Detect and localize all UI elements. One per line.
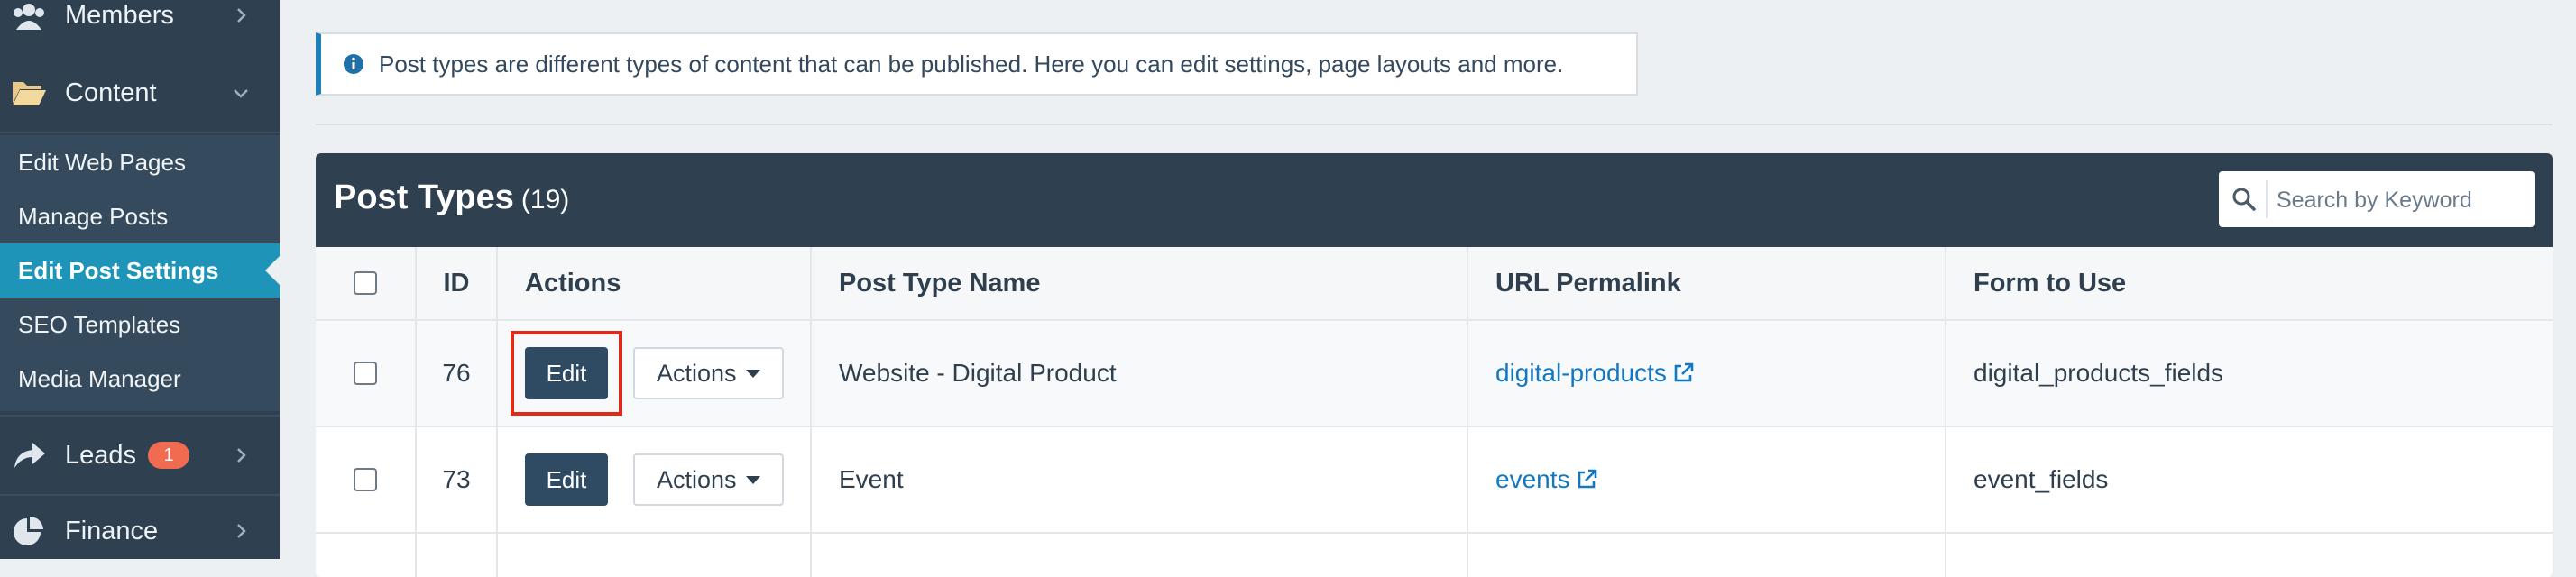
search-icon [2232, 188, 2256, 211]
chevron-right-icon [237, 524, 246, 538]
edit-button-wrapper: Edit [511, 331, 622, 416]
external-link-icon[interactable] [1672, 362, 1694, 384]
chevron-down-icon [234, 89, 248, 98]
users-icon [14, 4, 44, 30]
row-actions: Edit Actions [498, 427, 812, 532]
sidebar: Members Content Edit Web Pages Manage Po… [0, 0, 280, 559]
info-circle-icon [344, 54, 363, 74]
sidebar-item-finance[interactable]: Finance [0, 492, 280, 570]
post-types-panel: Post Types(19) ID Actions Post Type Name… [316, 153, 2553, 577]
info-alert: Post types are different types of conten… [316, 32, 1638, 96]
chevron-right-icon [237, 8, 246, 23]
sidebar-item-leads[interactable]: Leads 1 [0, 415, 280, 496]
table-row: 76 Edit Actions Website - Digital Produc… [316, 321, 2553, 427]
content-submenu: Edit Web Pages Manage Posts Edit Post Se… [0, 135, 280, 411]
sidebar-item-label: Manage Posts [18, 202, 169, 230]
sidebar-item-media-manager[interactable]: Media Manager [0, 352, 280, 406]
row-post-type-name: Event [812, 427, 1468, 532]
row-post-type-name: Website - Digital Product [812, 321, 1468, 426]
row-id [417, 534, 498, 577]
permalink-link[interactable]: digital-products [1495, 359, 1667, 388]
row-select-cell [316, 427, 417, 532]
actions-dropdown-button[interactable]: Actions [633, 347, 784, 399]
panel-header: Post Types (19) [316, 153, 2553, 247]
panel-title-text: Post Types [334, 179, 514, 216]
post-type-count: (19) [520, 185, 570, 215]
folder-open-icon [13, 82, 46, 105]
actions-label: Actions [657, 359, 737, 387]
row-actions [498, 534, 812, 577]
divider [316, 124, 2553, 125]
row-actions: Edit Actions [498, 321, 812, 426]
header-post-type-name[interactable]: Post Type Name [812, 247, 1468, 319]
sidebar-item-content[interactable]: Content [0, 54, 280, 133]
row-select-cell [316, 534, 417, 577]
row-checkbox[interactable] [354, 468, 377, 491]
search-separator [2266, 180, 2268, 218]
sidebar-item-manage-posts[interactable]: Manage Posts [0, 189, 280, 243]
sidebar-item-edit-web-pages[interactable]: Edit Web Pages [0, 135, 280, 189]
sidebar-item-label: Finance [65, 516, 159, 545]
row-url-permalink [1468, 534, 1946, 577]
header-actions: Actions [498, 247, 812, 319]
row-id: 76 [417, 321, 498, 426]
actions-label: Actions [657, 465, 737, 493]
sidebar-item-label: Leads [65, 440, 137, 470]
search-input[interactable] [2275, 179, 2522, 222]
table-row: 73 Edit Actions Event events event_field… [316, 427, 2553, 534]
sidebar-item-label: Content [65, 78, 157, 107]
row-id: 73 [417, 427, 498, 532]
sidebar-item-label: Members [65, 0, 174, 30]
table-header: ID Actions Post Type Name URL Permalink … [316, 247, 2553, 321]
sidebar-item-label: Edit Web Pages [18, 148, 186, 176]
share-arrow-icon [14, 443, 45, 468]
pie-chart-icon [14, 516, 43, 545]
row-form-to-use: event_fields [1973, 465, 2109, 493]
header-select-cell [316, 247, 417, 319]
select-all-checkbox[interactable] [354, 271, 377, 295]
permalink-link[interactable]: events [1495, 465, 1570, 494]
chevron-right-icon [237, 448, 246, 463]
sidebar-item-members[interactable]: Members [0, 0, 280, 56]
row-form-to-use [1946, 534, 2553, 577]
row-post-type-name [812, 534, 1468, 577]
table-row [316, 534, 2553, 577]
actions-dropdown-button[interactable]: Actions [633, 453, 784, 506]
sidebar-item-label: SEO Templates [18, 310, 181, 338]
sidebar-item-label: Media Manager [18, 364, 181, 392]
sidebar-item-label: Edit Post Settings [18, 256, 219, 284]
header-form-to-use[interactable]: Form to Use [1946, 247, 2553, 319]
caret-down-icon [745, 369, 760, 378]
row-checkbox[interactable] [354, 362, 377, 385]
sidebar-item-edit-post-settings[interactable]: Edit Post Settings [0, 243, 280, 298]
sidebar-item-seo-templates[interactable]: SEO Templates [0, 298, 280, 352]
search-box[interactable] [2219, 171, 2535, 227]
row-url-permalink: digital-products [1468, 321, 1946, 426]
panel-title: Post Types (19) [334, 179, 569, 217]
header-url-permalink[interactable]: URL Permalink [1468, 247, 1946, 319]
edit-highlight-box [511, 331, 622, 416]
row-select-cell [316, 321, 417, 426]
leads-count-badge: 1 [148, 442, 189, 469]
external-link-icon[interactable] [1576, 469, 1597, 490]
row-form-to-use: digital_products_fields [1973, 359, 2224, 387]
caret-down-icon [745, 475, 760, 484]
edit-button[interactable]: Edit [525, 453, 608, 506]
row-url-permalink: events [1468, 427, 1946, 532]
header-id[interactable]: ID [417, 247, 498, 319]
info-text: Post types are different types of conten… [379, 50, 1564, 78]
